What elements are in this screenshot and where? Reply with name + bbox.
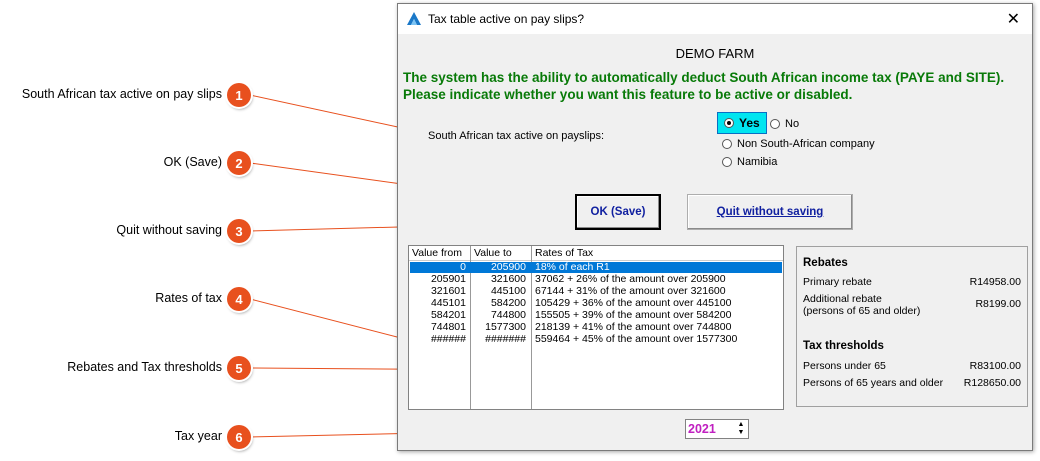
close-icon[interactable]: ✕ bbox=[1007, 9, 1020, 29]
spin-down-icon[interactable]: ▼ bbox=[736, 429, 746, 437]
table-row[interactable]: 445101 584200 105429 + 36% of the amount… bbox=[410, 298, 782, 309]
title-bar: Tax table active on pay slips? ✕ bbox=[398, 4, 1032, 34]
cell-value-from: 744801 bbox=[430, 321, 466, 333]
cell-value-from: 584201 bbox=[430, 309, 466, 321]
callout-badge-4: 4 bbox=[227, 287, 251, 311]
cell-value-to: 205900 bbox=[490, 261, 526, 273]
radio-yes-indicator[interactable] bbox=[724, 118, 734, 128]
cell-value-from: 445101 bbox=[430, 297, 466, 309]
callout-badge-1: 1 bbox=[227, 83, 251, 107]
table-row[interactable]: 744801 1577300 218139 + 41% of the amoun… bbox=[410, 322, 782, 333]
tax-rates-table[interactable]: Value from Value to Rates of Tax 0 20590… bbox=[408, 245, 784, 410]
company-name: DEMO FARM bbox=[675, 46, 755, 61]
cell-value-to: 744800 bbox=[490, 309, 526, 321]
tax-thresholds-heading: Tax thresholds bbox=[803, 340, 884, 352]
radio-non-sa-label: Non South-African company bbox=[737, 138, 875, 150]
additional-rebate-value: R8199.00 bbox=[975, 298, 1021, 310]
cell-value-from: ###### bbox=[430, 333, 466, 345]
tax-table-dialog: Tax table active on pay slips? ✕ DEMO FA… bbox=[397, 3, 1033, 451]
radio-no[interactable]: No bbox=[770, 118, 799, 130]
cell-value-from: 0 bbox=[460, 261, 466, 273]
ok-save-button[interactable]: OK (Save) bbox=[575, 194, 661, 230]
cell-value-to: ####### bbox=[485, 333, 526, 345]
threshold-under65-value: R83100.00 bbox=[969, 360, 1021, 372]
table-row[interactable]: 205901 321600 37062 + 26% of the amount … bbox=[410, 274, 782, 285]
col-header-rates-of-tax[interactable]: Rates of Tax bbox=[532, 246, 783, 260]
callout-label-2: OK (Save) bbox=[163, 155, 222, 169]
spinner-arrows[interactable]: ▲ ▼ bbox=[736, 421, 746, 437]
threshold-over65-label: Persons of 65 years and older bbox=[803, 377, 944, 389]
app-logo-icon bbox=[407, 12, 421, 25]
cell-value-to: 445100 bbox=[490, 285, 526, 297]
callout-label-3: Quit without saving bbox=[116, 223, 222, 237]
cell-rate: 155505 + 39% of the amount over 584200 bbox=[535, 309, 732, 321]
spin-up-icon[interactable]: ▲ bbox=[736, 421, 746, 429]
cell-value-to: 1577300 bbox=[485, 321, 526, 333]
callout-badge-3: 3 bbox=[227, 219, 251, 243]
threshold-over65-value: R128650.00 bbox=[963, 377, 1021, 389]
tax-year-spinner[interactable]: 2021 ▲ ▼ bbox=[685, 419, 749, 439]
primary-rebate-value: R14958.00 bbox=[969, 276, 1021, 288]
quit-without-saving-button[interactable]: Quit without saving bbox=[687, 194, 853, 230]
cell-rate: 105429 + 36% of the amount over 445100 bbox=[535, 297, 732, 309]
radio-namibia[interactable]: Namibia bbox=[722, 156, 777, 168]
cell-value-to: 321600 bbox=[490, 273, 526, 285]
callout-label-5: Rebates and Tax thresholds bbox=[67, 360, 222, 374]
table-row[interactable]: 321601 445100 67144 + 31% of the amount … bbox=[410, 286, 782, 297]
radio-yes-label: Yes bbox=[739, 116, 760, 130]
cell-value-to: 584200 bbox=[490, 297, 526, 309]
callout-badge-2: 2 bbox=[227, 151, 251, 175]
intro-text: The system has the ability to automatica… bbox=[403, 70, 1005, 102]
radio-namibia-label: Namibia bbox=[737, 156, 778, 168]
cell-rate: 18% of each R1 bbox=[535, 261, 610, 273]
radio-no-indicator[interactable] bbox=[770, 119, 780, 129]
tax-active-label: South African tax active on payslips: bbox=[428, 130, 605, 142]
rebates-heading: Rebates bbox=[803, 257, 848, 269]
table-row[interactable]: 584201 744800 155505 + 39% of the amount… bbox=[410, 310, 782, 321]
primary-rebate-label: Primary rebate bbox=[803, 276, 872, 288]
additional-rebate-label: Additional rebate bbox=[803, 293, 882, 305]
additional-rebate-sublabel: (persons of 65 and older) bbox=[803, 305, 921, 317]
rebates-panel: Rebates Primary rebate R14958.00 Additio… bbox=[796, 246, 1028, 407]
cell-rate: 67144 + 31% of the amount over 321600 bbox=[535, 285, 726, 297]
callout-label-1: South African tax active on pay slips bbox=[21, 87, 222, 101]
cell-rate: 37062 + 26% of the amount over 205900 bbox=[535, 273, 726, 285]
cell-value-from: 205901 bbox=[430, 273, 466, 285]
callout-label-6: Tax year bbox=[174, 429, 222, 443]
table-row[interactable]: 0 205900 18% of each R1 bbox=[410, 262, 782, 273]
window-title: Tax table active on pay slips? bbox=[428, 12, 585, 26]
radio-non-sa-company[interactable]: Non South-African company bbox=[722, 138, 875, 150]
col-header-value-from[interactable]: Value from bbox=[409, 246, 471, 260]
radio-non-sa-indicator[interactable] bbox=[722, 139, 732, 149]
radio-namibia-indicator[interactable] bbox=[722, 157, 732, 167]
radio-no-label: No bbox=[785, 118, 800, 130]
col-header-value-to[interactable]: Value to bbox=[471, 246, 532, 260]
tax-year-value[interactable]: 2021 bbox=[686, 422, 716, 436]
callout-label-4: Rates of tax bbox=[155, 291, 222, 305]
callout-badge-5: 5 bbox=[227, 356, 251, 380]
callout-badge-6: 6 bbox=[227, 425, 251, 449]
table-row[interactable]: ###### ####### 559464 + 45% of the amoun… bbox=[410, 334, 782, 345]
cell-rate: 559464 + 45% of the amount over 1577300 bbox=[535, 333, 738, 345]
radio-yes[interactable]: Yes bbox=[717, 112, 767, 134]
threshold-under65-label: Persons under 65 bbox=[803, 360, 886, 372]
cell-value-from: 321601 bbox=[430, 285, 466, 297]
cell-rate: 218139 + 41% of the amount over 744800 bbox=[535, 321, 732, 333]
